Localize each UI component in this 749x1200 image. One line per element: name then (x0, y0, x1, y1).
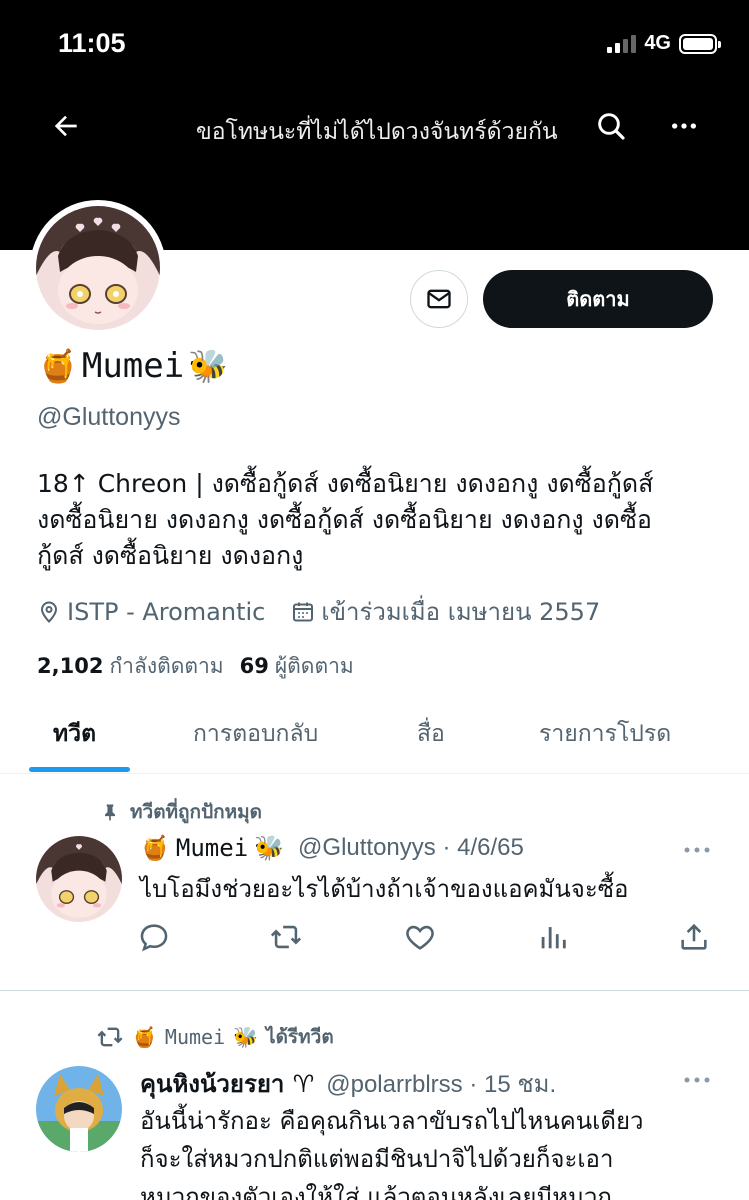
joined-item: เข้าร่วมเมื่อ เมษายน 2557 (291, 592, 600, 631)
signal-icon (607, 34, 637, 53)
following-label: กำลังติดตาม (109, 654, 224, 678)
profile-avatar[interactable] (30, 200, 166, 336)
tweet-more-icon[interactable] (683, 845, 711, 855)
like-icon[interactable] (403, 920, 437, 954)
envelope-icon (427, 289, 451, 309)
retweet-icon (97, 1027, 123, 1047)
tweet-avatar[interactable] (36, 836, 122, 922)
bee-emoji: 🐝 (188, 347, 229, 385)
tweet-header: 🍯 Mumei 🐝 @Gluttonyys · 4/6/65 (140, 834, 524, 862)
retweet-label-text: ได้รีทวีต (266, 1026, 334, 1048)
tweet-handle-date: @Gluttonyys · 4/6/65 (298, 834, 524, 861)
joined-text: เข้าร่วมเมื่อ เมษายน 2557 (321, 598, 601, 626)
followers-label: ผู้ติดตาม (274, 654, 354, 678)
profile-tabs: ทวีต การตอบกลับ สื่อ รายการโปรด (0, 700, 749, 774)
bio-line: 18↑ Chreon | งดซื้อกู้ดส์ งดซื้อนิยาย งด… (37, 469, 654, 498)
honey-pot-emoji: 🍯 (38, 347, 78, 385)
tweet-actions (137, 920, 717, 956)
retweet-icon[interactable] (269, 920, 303, 954)
status-time: 11:05 (58, 28, 126, 58)
following-link[interactable]: 2,102 กำลังติดตาม (37, 650, 224, 683)
status-indicators: 4G (607, 32, 721, 55)
avatar-image (36, 1066, 122, 1152)
pin-icon (105, 804, 115, 821)
active-tab-indicator (29, 767, 130, 772)
bee-emoji: 🐝 (254, 834, 285, 862)
arrow-left-icon[interactable] (50, 110, 82, 142)
tab-tweets[interactable]: ทวีต (53, 716, 96, 752)
retweet-handle-time: @polarrblrss · 15 ชม. (326, 1071, 557, 1098)
location-pin-icon (40, 600, 58, 623)
tab-likes[interactable]: รายการโปรด (539, 716, 671, 752)
reply-icon[interactable] (137, 920, 171, 954)
retweet-label: 🍯 Mumei 🐝 ได้รีทวีต (96, 1022, 334, 1052)
bee-emoji: 🐝 (233, 1025, 259, 1049)
pinned-label: ทวีตที่ถูกปักหมุด (100, 797, 262, 827)
honey-pot-emoji: 🍯 (132, 1025, 157, 1049)
honey-pot-emoji: 🍯 (140, 834, 170, 862)
message-button[interactable] (410, 270, 468, 328)
tab-replies[interactable]: การตอบกลับ (193, 716, 318, 752)
profile-bio: 18↑ Chreon | งดซื้อกู้ดส์ งดซื้อนิยาย งด… (37, 466, 727, 574)
display-name: Mumei (81, 346, 185, 386)
retweet-text-line: อันนี้น่ารักอะ คือคุณกินเวลาขับรถไปไหนคน… (140, 1107, 644, 1135)
retweet-text-line: หมวกของตัวเองให้ใส่ แล้วตอนหลังเลยมีหมวก (140, 1183, 612, 1200)
follow-stats: 2,102 กำลังติดตาม 69 ผู้ติดตาม (37, 650, 354, 683)
profile-meta: ISTP - Aromantic เข้าร่วมเมื่อ เมษายน 25… (37, 592, 626, 631)
retweeter-name: Mumei (164, 1025, 226, 1049)
follow-button[interactable]: ติดตาม (483, 270, 713, 328)
bio-line: งดซื้อนิยาย งดงอกงู งดซื้อกู้ดส์ งดซื้อน… (37, 505, 652, 534)
tweet-divider (0, 990, 749, 991)
nav-title: ขอโทษนะที่ไม่ได้ไปดวงจันทร์ด้วยกัน (196, 119, 558, 145)
bio-line: กู้ดส์ งดซื้อนิยาย งดงอกงู (37, 541, 304, 570)
followers-link[interactable]: 69 ผู้ติดตาม (240, 650, 354, 683)
network-label: 4G (644, 32, 671, 54)
avatar-image (36, 836, 122, 922)
retweet-text-line: ก็จะใส่หมวกปกติแต่พอมีชินปาจิไปด้วยก็จะเ… (140, 1145, 614, 1173)
location-text: ISTP - Aromantic (67, 597, 266, 626)
tweet-author-name[interactable]: Mumei (176, 834, 248, 862)
profile-name: 🍯 Mumei 🐝 (38, 346, 228, 386)
analytics-icon[interactable] (536, 920, 570, 954)
tab-media[interactable]: สื่อ (417, 716, 445, 752)
calendar-icon (293, 602, 314, 621)
retweet-author-name[interactable]: คุนหิงน้วยรยา ♈ (140, 1064, 314, 1103)
avatar-image (36, 206, 160, 330)
tweet-text: ไบโอมึงช่วยอะไรได้บ้างถ้าเจ้าของแอคมันจะ… (140, 875, 629, 903)
pinned-label-text: ทวีตที่ถูกปักหมุด (130, 801, 263, 823)
retweet-text: อันนี้น่ารักอะ คือคุณกินเวลาขับรถไปไหนคน… (140, 1102, 720, 1200)
tweet-more-icon[interactable] (683, 1075, 711, 1085)
following-count: 2,102 (37, 654, 104, 678)
share-icon[interactable] (677, 920, 711, 954)
profile-handle: @Gluttonyys (37, 403, 181, 431)
followers-count: 69 (239, 654, 269, 678)
battery-icon (679, 33, 721, 54)
search-icon[interactable] (595, 110, 627, 142)
location-item: ISTP - Aromantic (37, 598, 265, 626)
retweet-author-avatar[interactable] (36, 1066, 122, 1152)
more-horizontal-icon[interactable] (668, 110, 700, 142)
retweet-header: คุนหิงน้วยรยา ♈ @polarrblrss · 15 ชม. (140, 1064, 556, 1103)
